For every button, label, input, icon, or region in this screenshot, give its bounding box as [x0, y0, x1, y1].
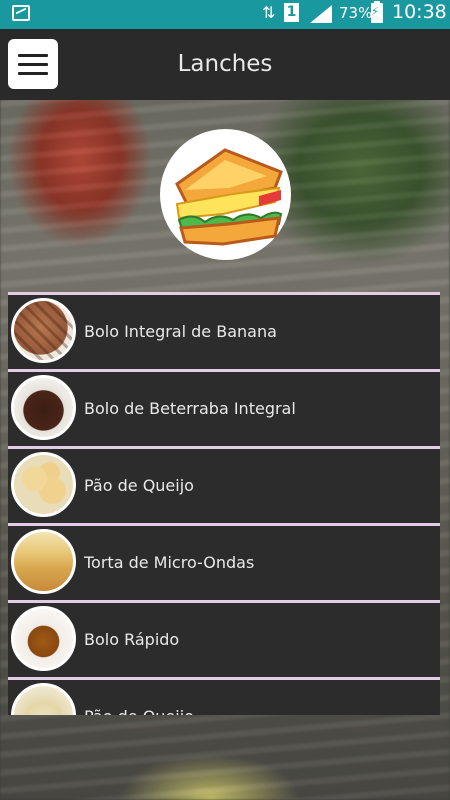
hamburger-icon: [18, 54, 48, 57]
app-bar: Lanches: [0, 29, 450, 100]
category-image: [160, 129, 291, 260]
microwave-pie-thumb: [11, 529, 76, 594]
list-item-label: Pão de Queijo: [84, 476, 194, 495]
list-item[interactable]: Bolo Integral de Banana: [8, 292, 440, 369]
list-item-label: Torta de Micro-Ondas: [84, 553, 255, 572]
status-bar: ⇅ 1 73% 10:38: [0, 0, 450, 29]
cheese-bread-thumb-2: [11, 683, 76, 715]
list-item[interactable]: Pão de Queijo: [8, 446, 440, 523]
clock: 10:38: [392, 1, 447, 23]
list-item[interactable]: Bolo de Beterraba Integral: [8, 369, 440, 446]
menu-button[interactable]: [8, 39, 58, 89]
list-item-label: Bolo de Beterraba Integral: [84, 399, 296, 418]
beet-cake-thumb: [11, 375, 76, 440]
battery-percentage: 73%: [339, 4, 373, 22]
banana-cake-thumb: [11, 298, 76, 363]
list-item[interactable]: Pão de Queijo: [8, 677, 440, 715]
gallery-notification-icon: [12, 5, 30, 21]
wifi-icon: ⇅: [262, 3, 276, 22]
battery-icon: [371, 1, 383, 23]
quick-cake-thumb: [11, 606, 76, 671]
list-item[interactable]: Torta de Micro-Ondas: [8, 523, 440, 600]
recipe-list[interactable]: Bolo Integral de Banana Bolo de Beterrab…: [8, 292, 440, 715]
list-item-label: Bolo Integral de Banana: [84, 322, 277, 341]
page-title: Lanches: [177, 51, 273, 77]
cheese-bread-thumb: [11, 452, 76, 517]
sim-icon: 1: [284, 3, 299, 22]
sandwich-icon: [175, 148, 283, 246]
list-item[interactable]: Bolo Rápido: [8, 600, 440, 677]
signal-icon: [310, 5, 332, 23]
list-item-label: Pão de Queijo: [84, 680, 194, 715]
list-item-label: Bolo Rápido: [84, 630, 180, 649]
